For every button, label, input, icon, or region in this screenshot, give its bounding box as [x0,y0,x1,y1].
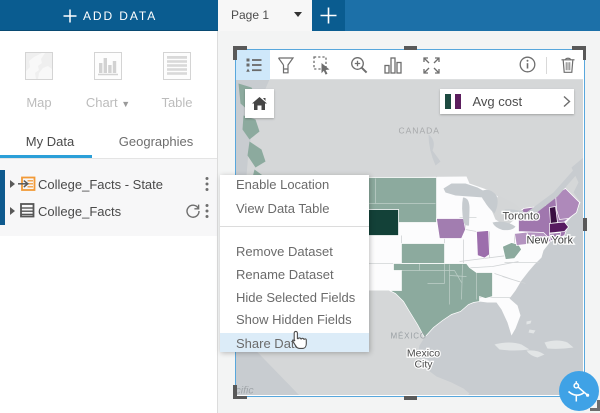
svg-text:City: City [414,359,433,371]
svg-text:CANADA: CANADA [399,126,440,136]
svg-text:MÉXICO: MÉXICO [391,332,427,341]
svg-text:cific: cific [236,385,254,395]
svg-text:Toronto: Toronto [503,211,540,223]
svg-text:New York: New York [527,235,574,247]
